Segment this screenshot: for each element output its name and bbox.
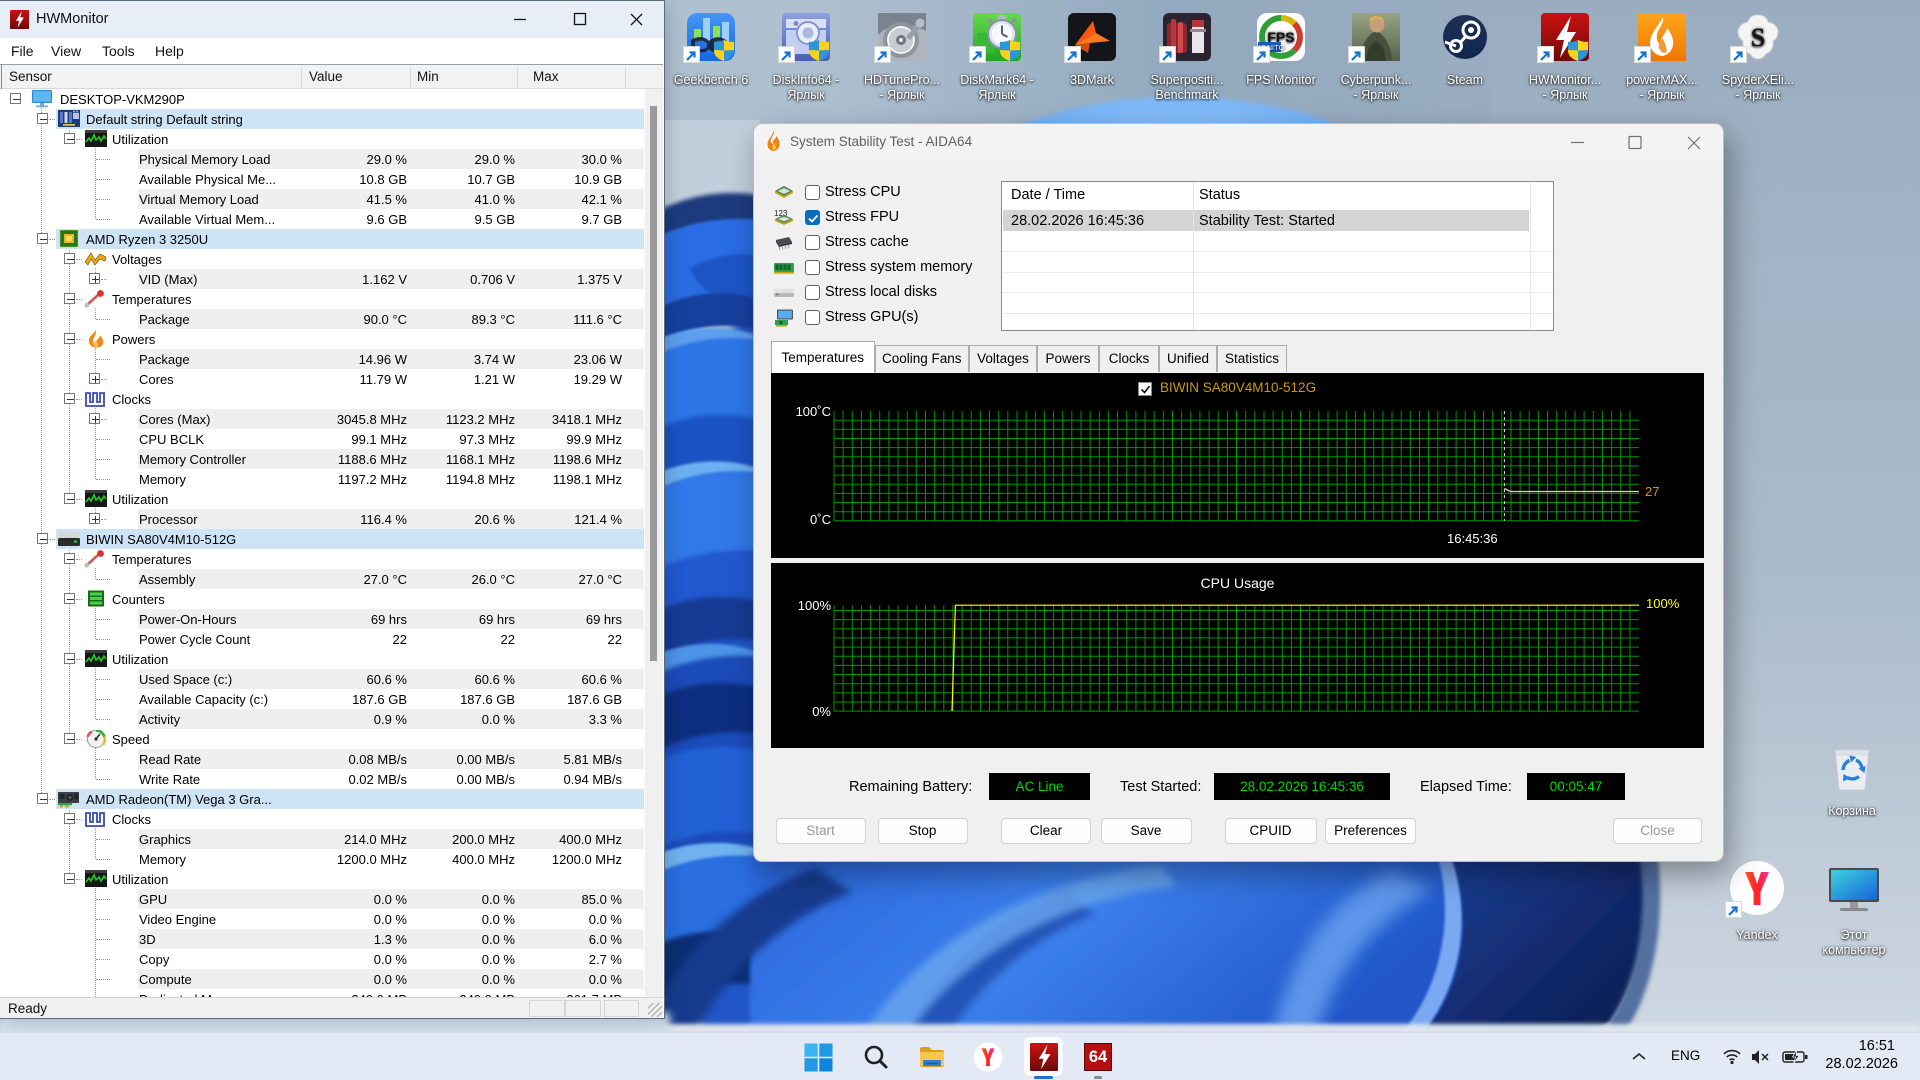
svg-text:S: S <box>1751 23 1765 52</box>
